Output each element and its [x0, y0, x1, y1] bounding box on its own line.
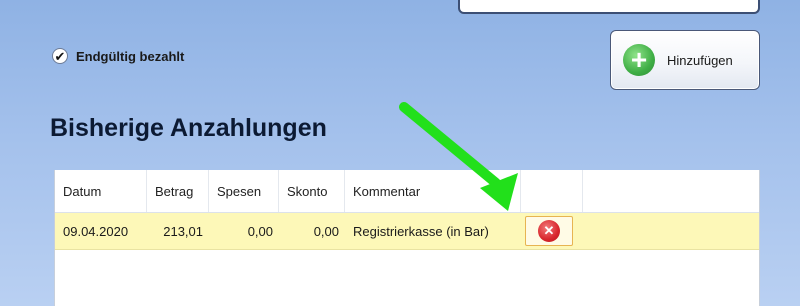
table-row[interactable]: 09.04.2020 213,01 0,00 0,00 Registrierka…	[55, 213, 759, 250]
delete-x-icon: ✕	[538, 220, 560, 242]
add-button[interactable]: + Hinzufügen	[610, 30, 760, 90]
column-header-kommentar[interactable]: Kommentar	[345, 170, 521, 212]
final-paid-label: Endgültig bezahlt	[76, 48, 185, 64]
cell-datum: 09.04.2020	[63, 223, 129, 239]
cell-skonto: 0,00	[313, 223, 339, 239]
payments-table: Datum Betrag Spesen Skonto Kommentar 09.…	[54, 170, 760, 306]
table-header: Datum Betrag Spesen Skonto Kommentar	[55, 170, 759, 213]
column-header-actions	[521, 170, 583, 212]
checkmark-icon[interactable]: ✔	[52, 48, 68, 64]
cell-betrag: 213,01	[163, 223, 203, 239]
top-input-field[interactable]	[458, 0, 760, 14]
cell-spesen: 0,00	[247, 223, 273, 239]
add-button-label: Hinzufügen	[667, 52, 733, 68]
column-header-spesen[interactable]: Spesen	[209, 170, 279, 212]
cell-actions: ✕	[521, 213, 583, 249]
cell-kommentar: Registrierkasse (in Bar)	[353, 223, 489, 239]
column-header-betrag[interactable]: Betrag	[147, 170, 209, 212]
column-header-skonto[interactable]: Skonto	[279, 170, 345, 212]
delete-button[interactable]: ✕	[525, 216, 573, 246]
column-header-datum[interactable]: Datum	[55, 170, 147, 212]
section-title: Bisherige Anzahlungen	[50, 114, 327, 142]
final-paid-checkbox[interactable]: ✔ Endgültig bezahlt	[52, 48, 184, 64]
plus-circle-icon: +	[623, 44, 655, 76]
